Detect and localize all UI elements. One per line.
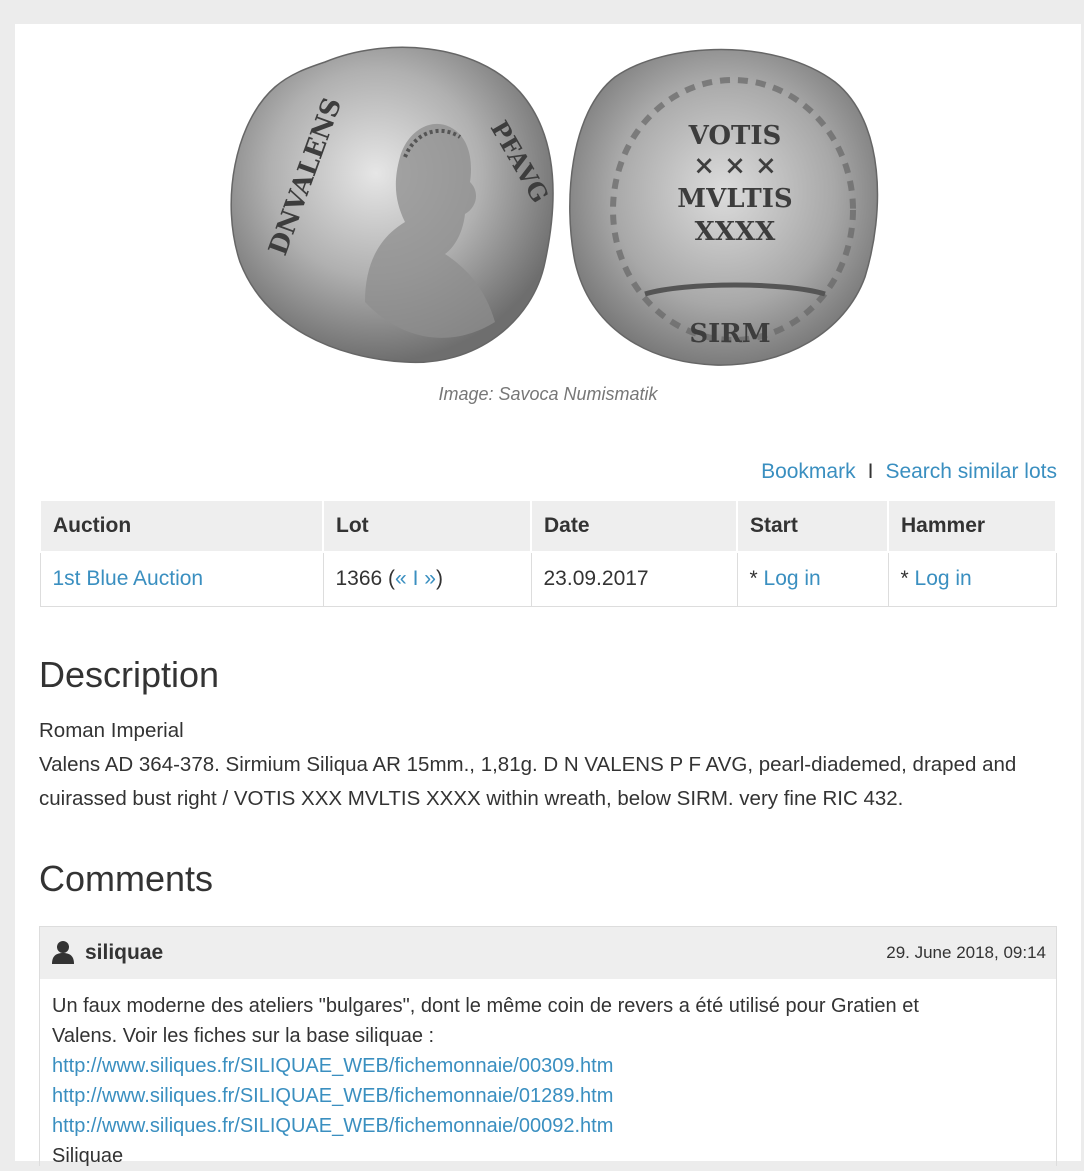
comment-signature: Siliquae xyxy=(52,1145,124,1167)
cell-start: * Log in xyxy=(736,552,889,607)
comment-header: siliquae 29. June 2018, 09:14 xyxy=(40,927,1056,979)
comment-link[interactable]: http://www.siliques.fr/SILIQUAE_WEB/fich… xyxy=(52,1111,1044,1141)
comment-text-line: Valens. Voir les fiches sur la base sili… xyxy=(52,1025,435,1047)
comment-text-line: Un faux moderne des ateliers "bulgares",… xyxy=(52,995,919,1017)
header-auction: Auction xyxy=(39,499,324,553)
coin-image: DNVALENS PFAVG VOTIS × × × MVLTIS XXXX S… xyxy=(15,24,1081,424)
reverse-exergue: SIRM xyxy=(689,319,770,349)
reverse-line-2: × × × xyxy=(693,151,776,181)
header-lot: Lot xyxy=(322,499,532,553)
lot-table: Auction Lot Date Start Hammer 1st Blue A… xyxy=(39,499,1057,607)
cell-auction: 1st Blue Auction xyxy=(39,552,324,607)
lot-number: 1366 ( xyxy=(335,567,396,591)
table-row: 1st Blue Auction 1366 (« I ») 23.09.2017… xyxy=(39,552,1057,607)
page-content: DNVALENS PFAVG VOTIS × × × MVLTIS XXXX S… xyxy=(15,24,1081,1167)
lot-close-paren: ) xyxy=(435,567,443,591)
hammer-login-link[interactable]: Log in xyxy=(915,567,972,590)
comment-card: siliquae 29. June 2018, 09:14 Un faux mo… xyxy=(39,926,1057,1167)
comment-date: 29. June 2018, 09:14 xyxy=(886,943,1046,962)
search-similar-lots-link[interactable]: Search similar lots xyxy=(885,460,1057,483)
cell-date: 23.09.2017 xyxy=(530,552,738,607)
next-lot-link[interactable]: » xyxy=(424,567,436,590)
comment-body: Un faux moderne des ateliers "bulgares",… xyxy=(40,979,1056,1171)
start-login-link[interactable]: Log in xyxy=(764,567,821,590)
coin-obverse: DNVALENS PFAVG xyxy=(230,46,555,364)
description-heading: Description xyxy=(39,654,220,695)
description-text: Valens AD 364-378. Sirmium Siliqua AR 15… xyxy=(39,753,1017,810)
reverse-line-4: XXXX xyxy=(695,217,777,247)
start-prefix: * xyxy=(749,567,764,591)
header-start: Start xyxy=(736,499,889,553)
description-body: Roman Imperial Valens AD 364-378. Sirmiu… xyxy=(39,714,1059,816)
previous-lot-link[interactable]: « xyxy=(395,567,407,590)
lot-table-header: Auction Lot Date Start Hammer xyxy=(39,499,1057,553)
image-caption: Image: Savoca Numismatik xyxy=(438,384,658,404)
bookmark-link[interactable]: Bookmark xyxy=(761,460,856,483)
comments-heading: Comments xyxy=(39,858,214,899)
comment-author[interactable]: siliquae xyxy=(85,941,163,965)
lot-actions: Bookmark I Search similar lots xyxy=(761,460,1057,484)
actions-separator: I xyxy=(867,460,874,483)
coin-photo: DNVALENS PFAVG VOTIS × × × MVLTIS XXXX S… xyxy=(230,46,879,366)
hammer-prefix: * xyxy=(900,567,915,591)
comment-link[interactable]: http://www.siliques.fr/SILIQUAE_WEB/fich… xyxy=(52,1081,1044,1111)
reverse-line-3: MVLTIS xyxy=(677,184,792,214)
cell-hammer: * Log in xyxy=(887,552,1057,607)
header-date: Date xyxy=(530,499,738,553)
auction-link[interactable]: 1st Blue Auction xyxy=(53,567,204,590)
cell-lot: 1366 (« I ») xyxy=(322,552,532,607)
lot-nav-separator: I xyxy=(406,567,425,591)
coin-reverse: VOTIS × × × MVLTIS XXXX SIRM xyxy=(569,48,879,366)
comment-link[interactable]: http://www.siliques.fr/SILIQUAE_WEB/fich… xyxy=(52,1051,1044,1081)
header-hammer: Hammer xyxy=(887,499,1057,553)
description-category: Roman Imperial xyxy=(39,719,184,742)
reverse-line-1: VOTIS xyxy=(688,121,782,151)
user-icon xyxy=(52,941,74,964)
